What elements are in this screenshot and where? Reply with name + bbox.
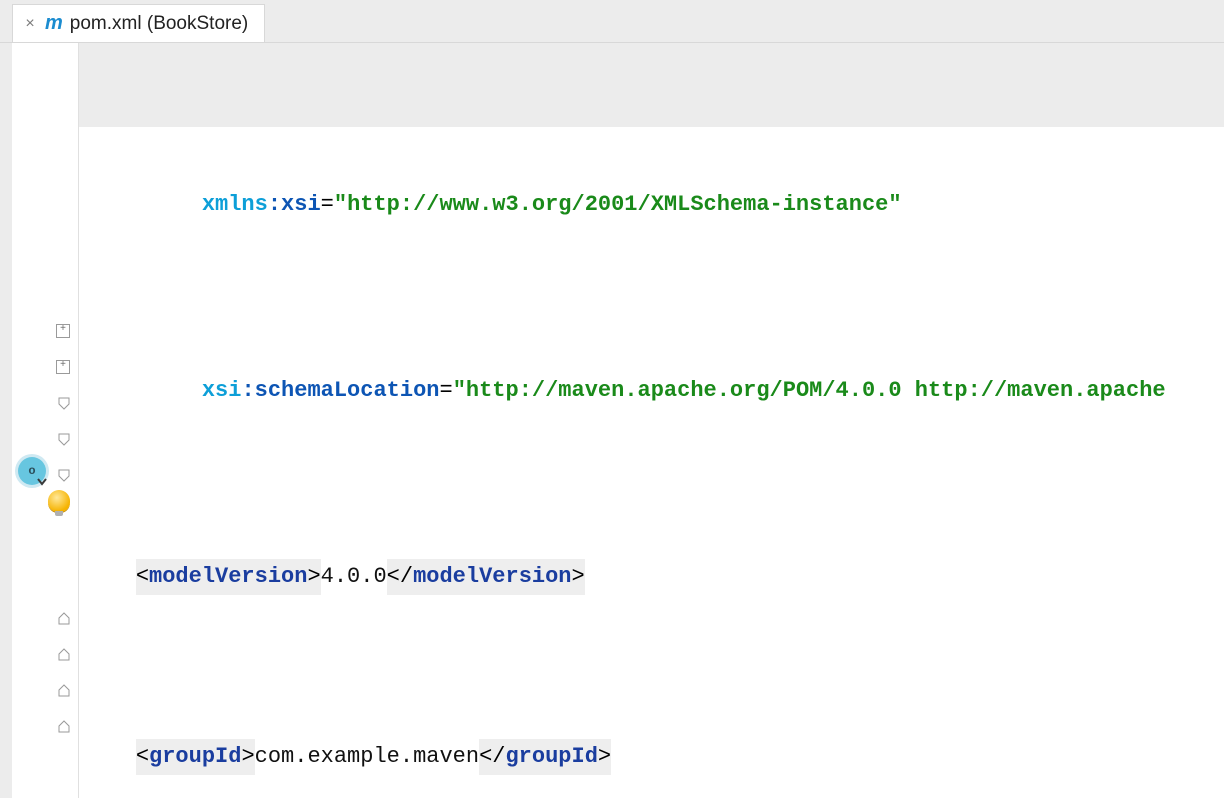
fold-expand-icon[interactable]: + [56, 324, 70, 338]
lightbulb-icon[interactable] [48, 490, 70, 512]
tab-bar: × m pom.xml (BookStore) [0, 0, 1224, 43]
tab-title: pom.xml (BookStore) [70, 13, 248, 35]
code-line: <modelVersion>4.0.0</modelVersion> [79, 559, 1224, 595]
code-line: xmlns:xsi="http://www.w3.org/2001/XMLSch… [79, 187, 1224, 223]
editor: + + o [0, 43, 1224, 798]
fold-collapse-icon[interactable] [56, 431, 72, 447]
intention-action-icon[interactable]: o [18, 457, 46, 485]
code-line: xsi:schemaLocation="http://maven.apache.… [79, 367, 1224, 415]
close-icon[interactable]: × [23, 17, 37, 31]
fold-collapse-icon[interactable] [56, 395, 72, 411]
code-line: <groupId>com.example.maven</groupId> [79, 739, 1224, 775]
fold-end-icon[interactable] [56, 647, 72, 663]
fold-expand-icon[interactable]: + [56, 360, 70, 374]
code-area[interactable]: xmlns:xsi="http://www.w3.org/2001/XMLSch… [79, 43, 1224, 798]
fold-end-icon[interactable] [56, 719, 72, 735]
code-lines: xmlns:xsi="http://www.w3.org/2001/XMLSch… [79, 43, 1224, 798]
fold-collapse-icon[interactable] [56, 467, 72, 483]
fold-end-icon[interactable] [56, 611, 72, 627]
fold-end-icon[interactable] [56, 683, 72, 699]
editor-tab-pom[interactable]: × m pom.xml (BookStore) [12, 4, 265, 42]
maven-file-icon: m [45, 12, 62, 35]
left-margin [0, 43, 12, 798]
gutter[interactable]: + + o [12, 43, 79, 798]
